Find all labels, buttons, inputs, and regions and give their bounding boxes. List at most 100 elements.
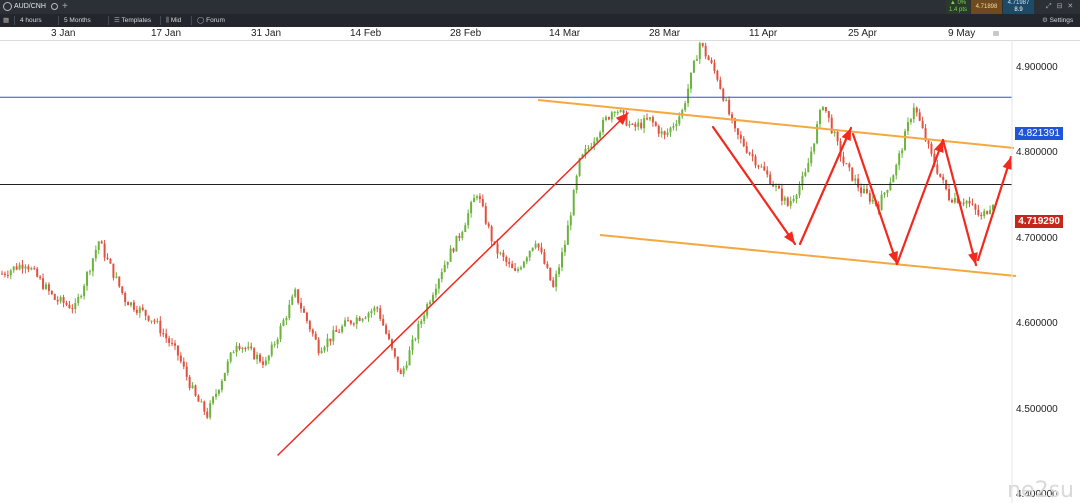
candle-body: [648, 117, 651, 120]
candle-body: [965, 200, 968, 204]
candle-body: [484, 206, 487, 224]
channel-lower-line[interactable]: [599, 234, 1017, 277]
candle-body: [833, 131, 836, 133]
candle-body: [279, 325, 282, 340]
candle-body: [308, 321, 311, 330]
candle-body: [569, 215, 572, 226]
forum-label: Forum: [206, 17, 225, 24]
popout-icon[interactable]: ⤢: [1046, 3, 1052, 10]
candle-body: [59, 297, 62, 302]
candle-body: [455, 235, 458, 252]
interval-select[interactable]: 4 hours: [20, 14, 42, 27]
trend-arrow[interactable]: [711, 125, 797, 246]
candle-body: [109, 258, 112, 264]
candle-body: [165, 333, 168, 339]
minimize-icon[interactable]: ⊟: [1057, 3, 1063, 10]
drawings[interactable]: [277, 99, 1017, 456]
candle-body: [150, 320, 153, 322]
candle-body: [300, 302, 303, 309]
bid-button[interactable]: 4.71898: [971, 0, 1002, 14]
toolbar-divider: [58, 16, 59, 25]
candle-body: [223, 372, 226, 381]
candle-body: [942, 176, 945, 180]
candle-body: [572, 190, 575, 216]
candle-body: [566, 225, 569, 245]
candle-body: [804, 172, 807, 176]
candle-body: [458, 235, 461, 239]
candle-body: [672, 126, 675, 128]
candle-body: [288, 304, 291, 319]
add-tab-icon[interactable]: +: [62, 0, 68, 14]
range-select[interactable]: 5 Months: [64, 14, 91, 27]
candle-body: [329, 338, 332, 342]
forum-button[interactable]: ◯ Forum: [197, 14, 225, 27]
close-icon[interactable]: ✕: [1067, 3, 1073, 10]
candle-body: [522, 261, 525, 268]
candle-body: [854, 178, 857, 181]
candle-body: [197, 395, 200, 402]
trend-arrow[interactable]: [941, 138, 978, 267]
candle-body: [317, 339, 320, 354]
candle-body: [660, 131, 663, 134]
candle-body: [56, 299, 59, 302]
candle-body: [915, 107, 918, 113]
candle-body: [475, 196, 478, 198]
trend-arrow[interactable]: [798, 126, 853, 246]
candle-body: [36, 268, 39, 277]
price-chart[interactable]: [0, 40, 1080, 503]
candle-body: [399, 369, 402, 374]
ask-button[interactable]: 4.71987 8.9: [1003, 0, 1034, 14]
candle-body: [244, 347, 247, 349]
candle-body: [9, 270, 12, 276]
bid-price: 4.71898: [975, 4, 998, 10]
candle-body: [845, 163, 848, 165]
candle-body: [587, 147, 590, 150]
arrow-head[interactable]: [1002, 157, 1013, 170]
trend-arrow[interactable]: [895, 138, 945, 266]
arrow-head[interactable]: [934, 140, 944, 153]
arrow-head[interactable]: [784, 231, 795, 244]
trend-arrow[interactable]: [851, 132, 899, 266]
grid-icon[interactable]: ▦: [3, 14, 9, 27]
candle-body: [420, 321, 423, 325]
search-icon[interactable]: [50, 2, 58, 10]
candle-body: [156, 320, 159, 322]
candle-body: [742, 138, 745, 147]
candle-body: [719, 79, 722, 89]
candle-body: [83, 285, 86, 297]
candle-body: [525, 257, 528, 262]
candle-body: [619, 110, 622, 112]
candle-body: [713, 62, 716, 71]
settings-button[interactable]: ⚙ Settings: [1042, 14, 1073, 27]
trend-arrow[interactable]: [976, 155, 1013, 262]
candle-body: [443, 264, 446, 273]
toolbar-divider: [160, 16, 161, 25]
templates-button[interactable]: ☰ Templates: [114, 14, 151, 27]
candle-body: [153, 320, 156, 322]
candle-body: [335, 330, 338, 332]
arrow-head[interactable]: [888, 251, 898, 264]
info-icon: [3, 1, 12, 11]
candle-body: [558, 267, 561, 275]
trend-arrow[interactable]: [277, 112, 629, 456]
candle-body: [980, 215, 983, 217]
candle-body: [431, 294, 434, 303]
candle-body: [716, 70, 719, 80]
top-bar: AUD/CNH + ▲ 0% 1.4 pts 4.71898 4.71987 8…: [0, 0, 1080, 14]
candle-body: [18, 264, 21, 270]
candle-body: [241, 347, 244, 350]
price-type-button[interactable]: ⫼ Mid: [166, 14, 181, 27]
candle-body: [106, 257, 109, 259]
candle-body: [408, 350, 411, 366]
watermark: ne2su: [1007, 478, 1074, 503]
window-controls: ⤢ ⊟ ✕: [1046, 0, 1073, 14]
scroll-marker-icon[interactable]: [993, 31, 999, 36]
candle-body: [704, 45, 707, 57]
time-label: 28 Mar: [649, 28, 681, 39]
candle-body: [30, 268, 33, 270]
candle-body: [385, 325, 388, 334]
candle-body: [654, 122, 657, 126]
candle-body: [179, 355, 182, 362]
time-label: 14 Feb: [350, 28, 382, 39]
instrument-selector[interactable]: AUD/CNH: [3, 0, 58, 14]
